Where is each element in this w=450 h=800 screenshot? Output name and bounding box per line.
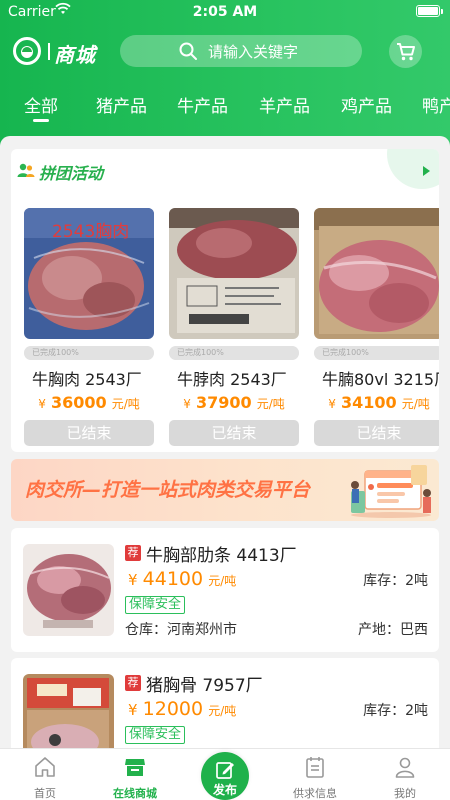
- product-card[interactable]: 荐 牛胸部肋条 4413厂 ¥ 44100 元/吨 库存：2吨 保障安全 仓库：…: [11, 528, 439, 652]
- product-name: 猪胸骨 7957厂: [146, 676, 263, 696]
- group-buy-item[interactable]: 已完成100% 牛脖肉 2543厂 ¥ 37900 元/吨 已结束: [164, 201, 301, 446]
- group-buy-title: 拼团活动: [39, 164, 104, 183]
- status-bar: Carrier 2:05 AM: [0, 0, 450, 24]
- home-icon: [35, 757, 55, 777]
- search-input[interactable]: 请输入关键字: [120, 35, 362, 67]
- product-stock: 库存：2吨: [363, 573, 428, 589]
- app-logo: 商城: [12, 36, 102, 67]
- nav-home-label: 首页: [34, 787, 56, 800]
- store-icon: [125, 759, 145, 776]
- people-icon: [17, 163, 35, 177]
- image-label: 2543胸肉: [52, 222, 129, 242]
- nav-home[interactable]: 首页: [0, 749, 90, 800]
- product-image: 2543胸肉: [24, 208, 154, 339]
- cart-icon: [397, 43, 415, 61]
- clock: 2:05 AM: [192, 4, 258, 20]
- product-price: ¥ 44100 元/吨: [128, 568, 237, 590]
- document-icon: [306, 757, 324, 778]
- product-image: [169, 208, 299, 339]
- guarantee-tag: 保障安全: [125, 726, 186, 744]
- group-buy-item[interactable]: 已完成100% 牛腩80vl 3215厂 ¥ 34100 元/吨 已结束: [309, 201, 439, 446]
- group-buy-more-arrow[interactable]: [423, 166, 430, 176]
- nav-store-label: 在线商城: [113, 787, 157, 800]
- group-buy-list: 2543胸肉 已完成100% 牛胸肉 2543厂 ¥ 36000 元/吨 已结束: [19, 201, 439, 446]
- tab-pork[interactable]: 猪产品: [96, 92, 147, 117]
- tab-mutton[interactable]: 羊产品: [259, 92, 310, 117]
- trading-illustration: [351, 465, 431, 518]
- product-image: [23, 544, 114, 636]
- recommended-badge: 荐: [125, 675, 141, 691]
- main-content: 拼团活动 2543胸肉 已完成100% 牛胸肉 2543厂 ¥ 36000 元/…: [0, 136, 450, 748]
- nav-profile-label: 我的: [394, 787, 416, 800]
- nav-supply-label: 供求信息: [293, 787, 337, 800]
- tab-all[interactable]: 全部: [24, 92, 58, 117]
- progress-bar: 已完成100%: [24, 346, 154, 360]
- product-card[interactable]: 荐 猪胸骨 7957厂 ¥ 12000 元/吨 库存：2吨 保障安全: [11, 658, 439, 748]
- search-icon: [179, 42, 197, 60]
- tab-chicken[interactable]: 鸡产品: [341, 92, 392, 117]
- group-buy-name: 牛脖肉 2543厂: [177, 370, 287, 389]
- active-tab-indicator: [33, 119, 49, 122]
- logo-icon: [13, 37, 41, 65]
- guarantee-tag: 保障安全: [125, 596, 186, 614]
- logo-text: 商城: [54, 43, 96, 67]
- publish-button[interactable]: 发布: [201, 752, 249, 800]
- nav-profile[interactable]: 我的: [360, 749, 450, 800]
- banner-text: 肉交所—打造一站式肉类交易平台: [25, 479, 311, 501]
- group-buy-price: ¥ 37900 元/吨: [183, 393, 285, 412]
- group-buy-price: ¥ 36000 元/吨: [38, 393, 140, 412]
- group-buy-item[interactable]: 2543胸肉 已完成100% 牛胸肉 2543厂 ¥ 36000 元/吨 已结束: [19, 201, 156, 446]
- progress-label: 已完成100%: [322, 348, 369, 357]
- battery-icon: [416, 5, 440, 17]
- category-tabs: 全部 猪产品 牛产品 羊产品 鸡产品 鸭产: [0, 88, 450, 128]
- header: Carrier 2:05 AM 商城 请输入关键字 全部 猪产品 牛产品 羊产品…: [0, 0, 450, 150]
- nav-supply-demand[interactable]: 供求信息: [270, 749, 360, 800]
- ended-button[interactable]: 已结束: [169, 420, 299, 446]
- user-icon: [395, 757, 415, 778]
- progress-label: 已完成100%: [177, 348, 224, 357]
- promo-banner[interactable]: 肉交所—打造一站式肉类交易平台: [11, 459, 439, 521]
- group-buy-price: ¥ 34100 元/吨: [328, 393, 430, 412]
- tab-beef[interactable]: 牛产品: [177, 92, 228, 117]
- product-origin: 产地：巴西: [358, 622, 428, 638]
- progress-bar: 已完成100%: [314, 346, 439, 360]
- nav-store[interactable]: 在线商城: [90, 749, 180, 800]
- tab-duck[interactable]: 鸭产: [422, 92, 450, 117]
- product-warehouse: 仓库：河南郑州市: [125, 622, 237, 638]
- product-image: [23, 674, 114, 748]
- product-price: ¥ 12000 元/吨: [128, 698, 237, 720]
- cart-button[interactable]: [389, 35, 422, 68]
- edit-icon: [216, 762, 234, 779]
- progress-label: 已完成100%: [32, 348, 79, 357]
- publish-label: 发布: [212, 783, 237, 797]
- ended-button[interactable]: 已结束: [314, 420, 439, 446]
- progress-bar: 已完成100%: [169, 346, 299, 360]
- group-buy-section: 拼团活动 2543胸肉 已完成100% 牛胸肉 2543厂 ¥ 36000 元/…: [11, 149, 439, 452]
- product-stock: 库存：2吨: [363, 703, 428, 719]
- product-name: 牛胸部肋条 4413厂: [146, 546, 297, 566]
- ended-button[interactable]: 已结束: [24, 420, 154, 446]
- recommended-badge: 荐: [125, 545, 141, 561]
- product-image: [314, 208, 439, 339]
- search-placeholder: 请输入关键字: [208, 43, 299, 61]
- group-buy-name: 牛胸肉 2543厂: [32, 370, 142, 389]
- group-buy-name: 牛腩80vl 3215厂: [322, 370, 439, 389]
